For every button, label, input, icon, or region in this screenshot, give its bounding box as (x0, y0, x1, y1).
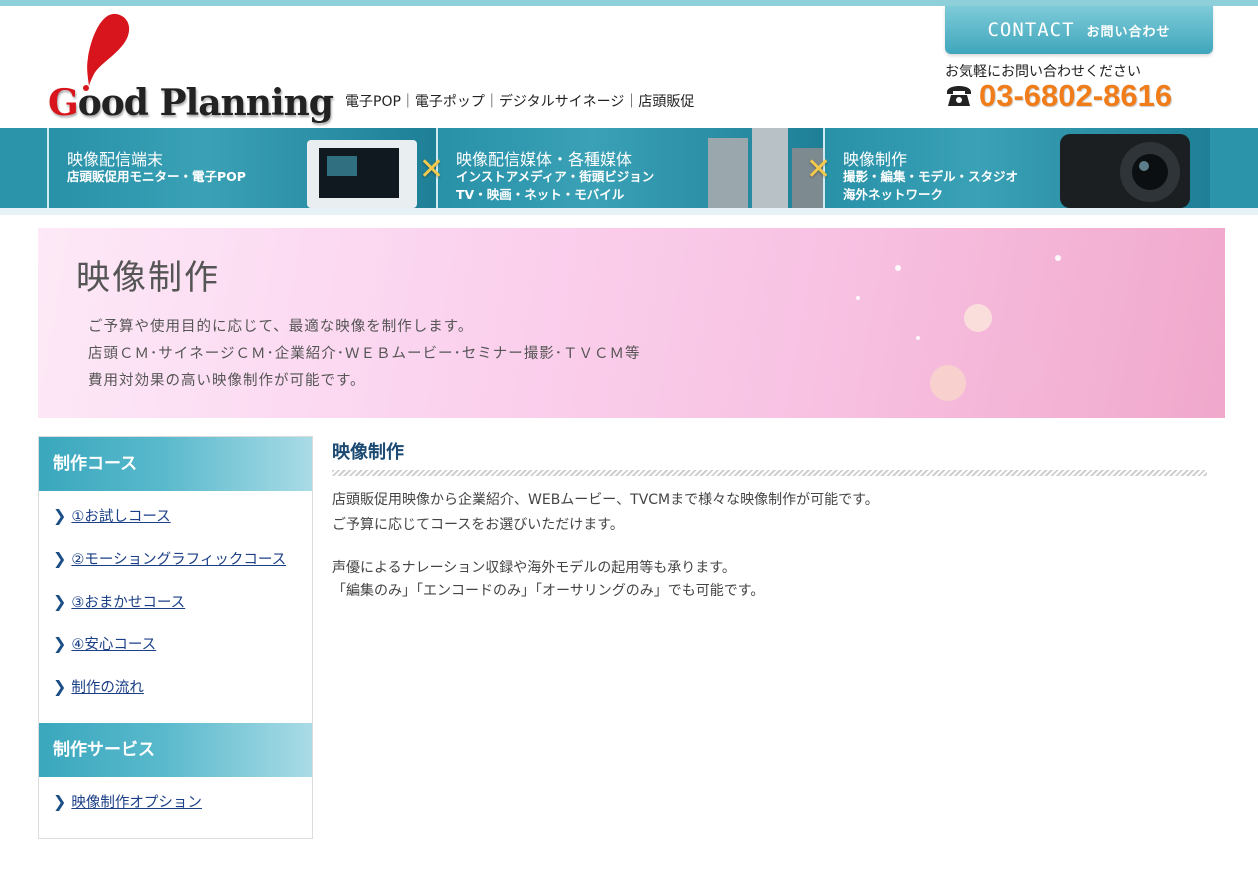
sidebar-heading-courses: 制作コース (39, 437, 312, 491)
city-building-icon (708, 128, 823, 208)
main-title-divider (332, 470, 1207, 476)
hero-line: 費用対効果の高い映像制作が可能です。 (88, 373, 366, 389)
nav-item-subtitle-line: 撮影・編集・モデル・スタジオ (843, 169, 1019, 184)
logo-text-rest: ood Planning (77, 82, 334, 124)
sidebar-link-omakase-course[interactable]: ❯ ③おまかせコース (53, 591, 185, 612)
sidebar-link-label: 制作の流れ (71, 680, 144, 696)
nav-banner-shadow (0, 208, 1258, 215)
contact-button-label-ja: お問い合わせ (1086, 24, 1171, 40)
phone-number[interactable]: 03-6802-8616 (979, 78, 1172, 114)
sidebar-link-label: 映像制作オプション (71, 795, 202, 811)
site-logo[interactable]: Good Planning (48, 12, 334, 124)
chevron-right-icon: ❯ (53, 677, 67, 696)
nav-item-subtitle-line: インストアメディア・街頭ビジョン (456, 169, 655, 184)
nav-item-subtitle: 撮影・編集・モデル・スタジオ 海外ネットワーク (843, 168, 1018, 204)
logo-text: Good Planning (48, 82, 334, 124)
contact-button[interactable]: CONTACT お問い合わせ (945, 6, 1213, 54)
nav-item-video-terminal[interactable]: 映像配信端末 店頭販促用モニター・電子POP (47, 128, 436, 208)
nav-item-subtitle-line: 海外ネットワーク (843, 187, 944, 202)
sidebar-link-trial-course[interactable]: ❯ ①お試しコース (53, 505, 171, 526)
chevron-right-icon: ❯ (53, 792, 67, 811)
nav-item-title: 映像配信端末 (67, 150, 164, 169)
sidebar-link-label: ②モーショングラフィックコース (71, 552, 287, 568)
logo-balloon-icon (83, 13, 130, 91)
nav-item-video-media[interactable]: 映像配信媒体・各種媒体 インストアメディア・街頭ビジョン TV・映画・ネット・モ… (436, 128, 823, 208)
camera-lens-icon (1060, 134, 1190, 208)
pearl-decoration-icon (856, 255, 1061, 401)
sidebar: 制作コース ❯ ①お試しコース ❯ ②モーショングラフィックコース ❯ ③おまか… (38, 436, 313, 839)
nav-separator-x-icon: ✕ (419, 152, 445, 187)
hero-description: ご予算や使用目的に応じて、最適な映像を制作します。 店頭ＣＭ･サイネージＣＭ･企… (88, 314, 640, 395)
hero-line: ご予算や使用目的に応じて、最適な映像を制作します。 (88, 319, 474, 335)
hero-banner: 映像制作 ご予算や使用目的に応じて、最適な映像を制作します。 店頭ＣＭ･サイネー… (38, 228, 1225, 418)
nav-item-subtitle: インストアメディア・街頭ビジョン TV・映画・ネット・モバイル (456, 168, 654, 204)
hero-line: 店頭ＣＭ･サイネージＣＭ･企業紹介･ＷＥＢムービー･セミナー撮影･ＴＶＣＭ等 (88, 346, 641, 362)
nav-item-video-production[interactable]: 映像制作 撮影・編集・モデル・スタジオ 海外ネットワーク (823, 128, 1210, 208)
chevron-right-icon: ❯ (53, 506, 67, 525)
nav-item-title: 映像制作 (843, 150, 908, 169)
nav-separator-x-icon: ✕ (806, 152, 832, 187)
main-paragraph-line: ご予算に応じてコースをお選びいただけます。 (332, 517, 624, 533)
sidebar-link-production-flow[interactable]: ❯ 制作の流れ (53, 676, 144, 697)
sidebar-link-video-options[interactable]: ❯ 映像制作オプション (53, 791, 202, 812)
telephone-icon (947, 86, 971, 106)
sidebar-link-motion-graphics-course[interactable]: ❯ ②モーショングラフィックコース (53, 548, 286, 569)
sidebar-link-label: ④安心コース (71, 637, 157, 653)
header-tagline: 電子POP｜電子ポップ｜デジタルサイネージ｜店頭販促 (345, 94, 695, 110)
chevron-right-icon: ❯ (53, 592, 67, 611)
nav-item-title: 映像配信媒体・各種媒体 (456, 150, 633, 169)
nav-item-subtitle-line: TV・映画・ネット・モバイル (456, 187, 625, 202)
sidebar-heading-services: 制作サービス (39, 723, 312, 777)
sidebar-link-label: ①お試しコース (71, 509, 171, 525)
main-paragraph-line: 声優によるナレーション収録や海外モデルの起用等も承ります。 (332, 560, 736, 576)
main-title: 映像制作 (332, 442, 404, 463)
chevron-right-icon: ❯ (53, 549, 67, 568)
main-paragraph-line: 店頭販促用映像から企業紹介、WEBムービー、TVCMまで様々な映像制作が可能です… (332, 492, 879, 508)
phone-block: 03-6802-8616 (945, 78, 1172, 114)
sidebar-link-label: ③おまかせコース (71, 595, 186, 611)
sidebar-link-anshin-course[interactable]: ❯ ④安心コース (53, 633, 156, 654)
hero-title: 映像制作 (76, 258, 220, 298)
chevron-right-icon: ❯ (53, 634, 67, 653)
contact-button-label: CONTACT (987, 19, 1075, 41)
nav-item-subtitle: 店頭販促用モニター・電子POP (67, 169, 246, 184)
main-paragraph-line: 「編集のみ」「エンコードのみ」「オーサリングのみ」でも可能です。 (332, 583, 765, 599)
monitor-image-icon (307, 140, 417, 208)
